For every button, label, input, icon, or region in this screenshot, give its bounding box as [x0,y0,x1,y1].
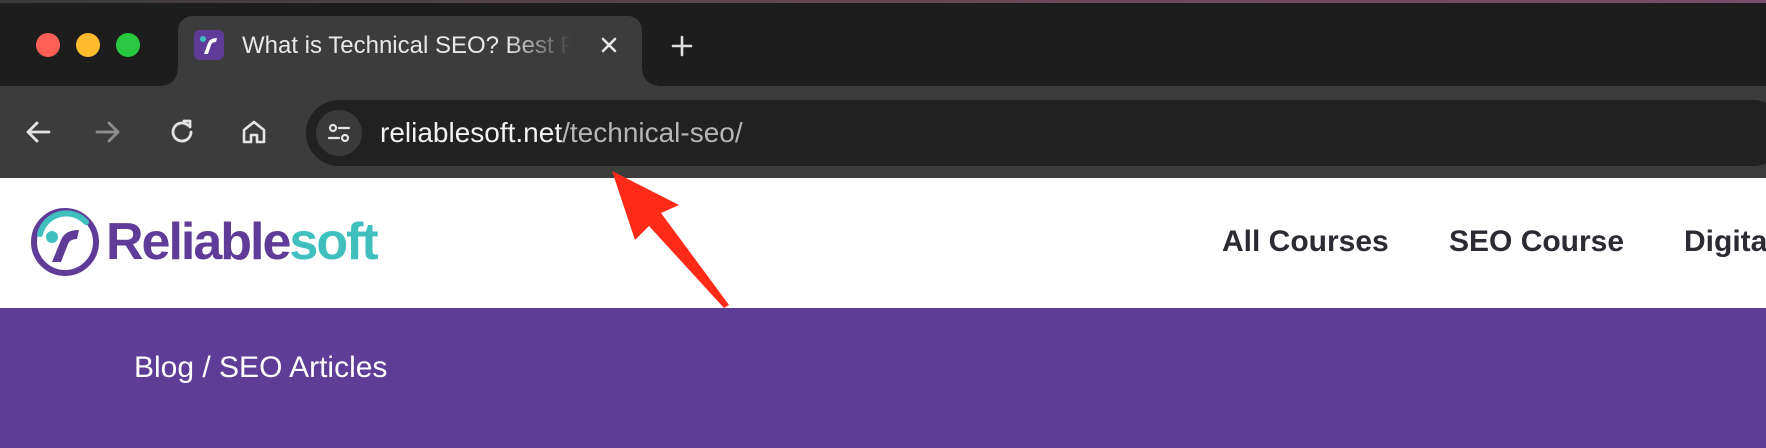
window-maximize-button[interactable] [116,33,140,57]
back-icon[interactable] [16,110,60,154]
reliablesoft-favicon-icon [194,30,224,60]
window-minimize-button[interactable] [76,33,100,57]
site-logo[interactable]: Reliablesoft [30,202,379,282]
window-close-button[interactable] [36,33,60,57]
browser-toolbar: reliablesoft.net/technical-seo/ [0,86,1766,178]
logo-text-part2: soft [289,213,378,271]
browser-tab[interactable]: What is Technical SEO? Best Practices [162,16,658,86]
tab-strip: What is Technical SEO? Best Practices [0,0,1766,86]
nav-link-seo-course[interactable]: SEO Course [1449,222,1624,262]
logo-mark-icon [31,208,99,276]
reload-icon[interactable] [160,110,204,154]
forward-icon[interactable] [86,110,130,154]
logo-text: Reliablesoft [106,202,379,282]
address-bar[interactable]: reliablesoft.net/technical-seo/ [306,100,1766,166]
site-info-icon[interactable] [316,110,362,156]
page-banner: Blog / SEO Articles [0,308,1766,448]
home-icon[interactable] [232,110,276,154]
window-top-edge [0,0,1766,3]
logo-text-part1: Reliable [106,213,291,271]
breadcrumb[interactable]: Blog / SEO Articles [134,348,387,388]
url-host: reliablesoft.net [380,117,563,148]
tab-title: What is Technical SEO? Best Practices [242,32,572,59]
close-icon[interactable] [594,30,624,60]
nav-link-all-courses[interactable]: All Courses [1222,222,1389,262]
plus-icon[interactable] [664,28,700,64]
site-header: Reliablesoft All Courses SEO Course Digi… [0,178,1766,308]
nav-link-digital[interactable]: Digita [1684,222,1766,262]
url-text[interactable]: reliablesoft.net/technical-seo/ [380,115,743,151]
url-path: /technical-seo/ [562,117,743,148]
web-page: Reliablesoft All Courses SEO Course Digi… [0,178,1766,448]
